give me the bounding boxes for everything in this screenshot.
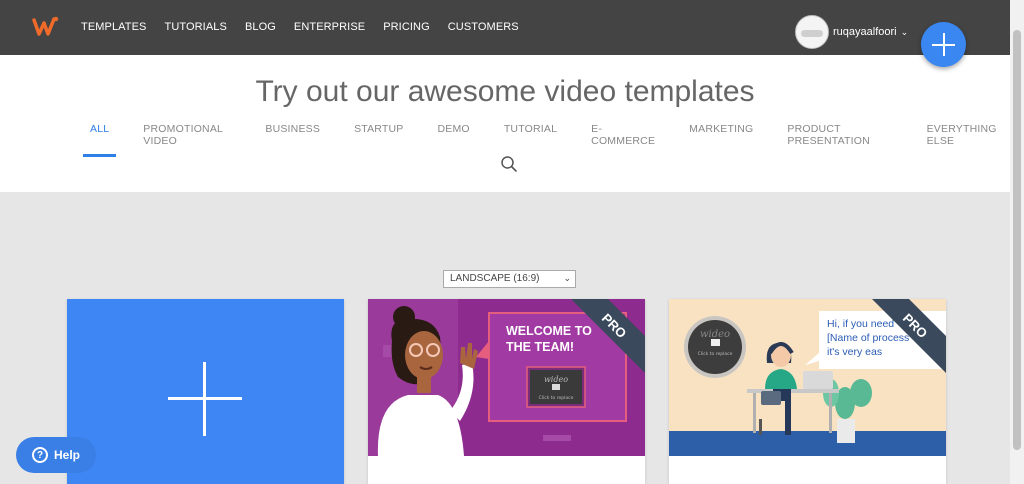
user-menu[interactable]: ruqayaalfoori ⌄ — [795, 15, 908, 49]
template-caption: Click to replace — [698, 351, 733, 357]
create-new-fab-button[interactable] — [921, 22, 966, 67]
new-blank-video-card[interactable] — [67, 299, 344, 484]
help-label: Help — [54, 448, 81, 462]
svg-text:THE TEAM!: THE TEAM! — [506, 340, 574, 354]
template-thumbnail-welcome: wideo Click to replace WELCOME TO THE TE… — [368, 299, 645, 456]
svg-text:it's very eas: it's very eas — [827, 346, 882, 358]
page-scrollbar[interactable] — [1010, 0, 1024, 484]
svg-text:WELCOME TO: WELCOME TO — [506, 324, 592, 338]
templates-header: Try out our awesome video templates ALL … — [0, 55, 1010, 192]
template-caption: Click to replace — [539, 395, 574, 401]
tab-e-commerce[interactable]: E-COMMERCE — [584, 123, 662, 157]
svg-text:Hi, if you need: Hi, if you need — [827, 318, 894, 330]
tab-marketing[interactable]: MARKETING — [682, 123, 760, 157]
tab-startup[interactable]: STARTUP — [347, 123, 410, 157]
page-title: Try out our awesome video templates — [255, 75, 755, 108]
scrollbar-thumb[interactable] — [1013, 30, 1021, 450]
tab-everything-else[interactable]: EVERYTHING ELSE — [920, 123, 1010, 157]
template-logo-text: wideo — [544, 375, 568, 384]
tab-all[interactable]: ALL — [83, 123, 117, 157]
tab-tutorial[interactable]: TUTORIAL — [497, 123, 564, 157]
help-icon: ? — [32, 447, 48, 463]
tab-product-presentation[interactable]: PRODUCT PRESENTATION — [780, 123, 899, 157]
chevron-down-icon: ⌄ — [563, 273, 571, 283]
template-card-welcome[interactable]: wideo Click to replace WELCOME TO THE TE… — [368, 299, 645, 484]
user-name[interactable]: ruqayaalfoori — [833, 26, 897, 38]
wideo-logo-icon[interactable] — [32, 14, 60, 38]
help-button[interactable]: ? Help — [16, 437, 96, 473]
template-thumbnail-support: wideo Click to replace Hi, if you need [… — [669, 299, 946, 456]
top-navigation-bar: TEMPLATES TUTORIALS BLOG ENTERPRISE PRIC… — [0, 0, 1010, 55]
template-logo-text: wideo — [700, 329, 730, 340]
tab-demo[interactable]: DEMO — [431, 123, 477, 157]
main-nav: TEMPLATES TUTORIALS BLOG ENTERPRISE PRIC… — [81, 21, 519, 33]
plus-icon-vertical — [203, 362, 206, 436]
chevron-down-icon[interactable]: ⌄ — [901, 27, 909, 38]
svg-text:[Name of process: [Name of process — [827, 332, 909, 344]
search-icon[interactable] — [500, 155, 518, 173]
nav-customers[interactable]: CUSTOMERS — [448, 21, 519, 33]
category-tabs: ALL PROMOTIONAL VIDEO BUSINESS STARTUP D… — [83, 123, 1010, 157]
nav-pricing[interactable]: PRICING — [383, 21, 430, 33]
tab-business[interactable]: BUSINESS — [258, 123, 327, 157]
avatar[interactable] — [795, 15, 829, 49]
tab-promotional-video[interactable]: PROMOTIONAL VIDEO — [136, 123, 238, 157]
template-card-support[interactable]: wideo Click to replace Hi, if you need [… — [669, 299, 946, 484]
nav-templates[interactable]: TEMPLATES — [81, 21, 147, 33]
format-dropdown[interactable]: LANDSCAPE (16:9) ⌄ — [443, 270, 576, 288]
nav-tutorials[interactable]: TUTORIALS — [165, 21, 227, 33]
nav-blog[interactable]: BLOG — [245, 21, 276, 33]
nav-enterprise[interactable]: ENTERPRISE — [294, 21, 365, 33]
format-dropdown-value: LANDSCAPE (16:9) — [450, 273, 540, 284]
